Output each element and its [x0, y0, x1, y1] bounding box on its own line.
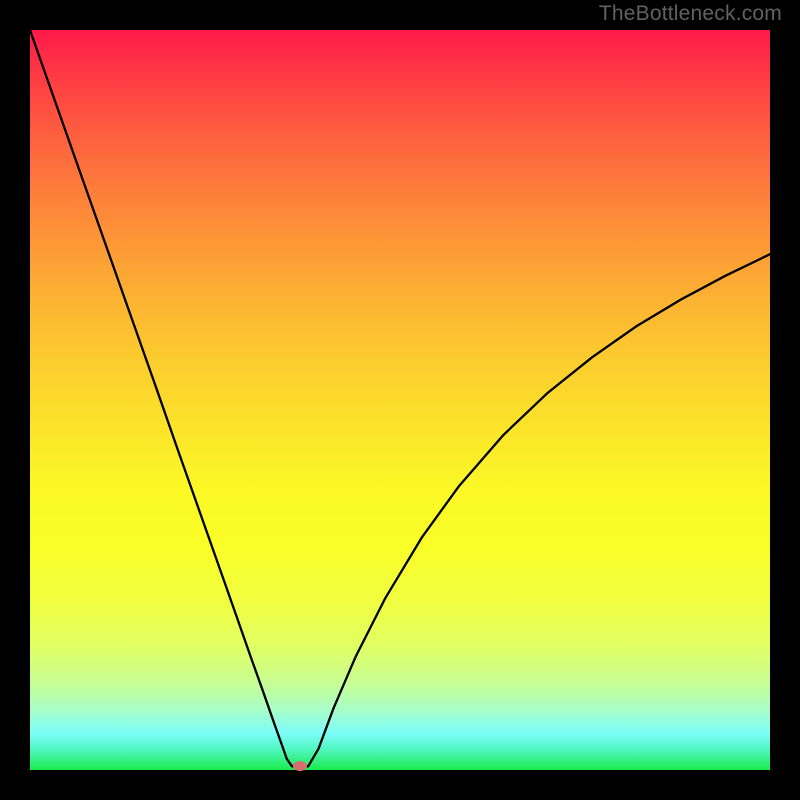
- plot-area: [30, 30, 770, 770]
- chart-frame: TheBottleneck.com: [0, 0, 800, 800]
- bottleneck-curve: [30, 30, 770, 766]
- watermark-text: TheBottleneck.com: [599, 2, 782, 26]
- optimal-point-marker: [293, 761, 307, 771]
- curve-svg: [30, 30, 770, 770]
